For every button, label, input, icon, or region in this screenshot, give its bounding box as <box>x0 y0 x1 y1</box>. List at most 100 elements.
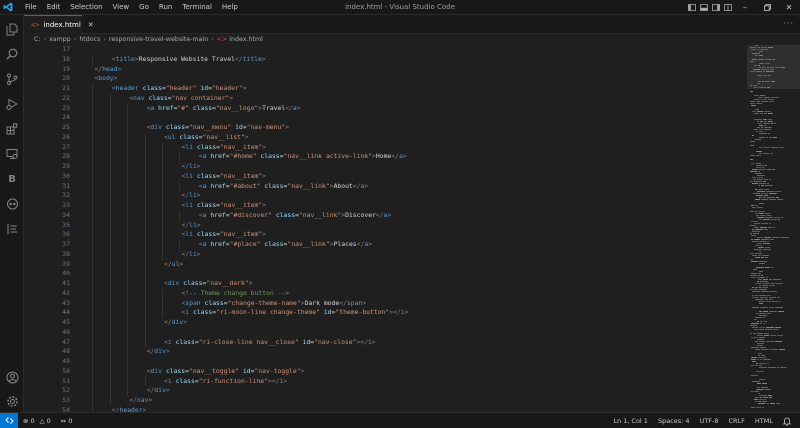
tab-index-html[interactable]: <> index.html ✕ <box>24 15 94 34</box>
code-line[interactable]: <body> <box>94 74 117 84</box>
breadcrumb-item[interactable]: C: <box>34 36 41 43</box>
code-line[interactable]: <ul class="nav__list"> <box>164 133 249 143</box>
customize-layout-icon[interactable] <box>722 0 734 15</box>
accounts-icon[interactable] <box>0 365 24 389</box>
code-line[interactable]: </nav> <box>129 396 152 406</box>
code-line[interactable]: <a href="#about" class="nav__link">About… <box>199 182 368 192</box>
code-token: class <box>142 84 162 92</box>
code-token: id <box>235 123 243 131</box>
toggle-secondary-sidebar-icon[interactable] <box>710 0 722 15</box>
code-token: div <box>167 279 180 287</box>
close-tab-icon[interactable]: ✕ <box>88 21 94 29</box>
code-area[interactable]: <title>Responsive Website Travel</title>… <box>77 45 737 412</box>
code-line[interactable]: </div> <box>147 386 170 396</box>
more-actions-icon[interactable]: ··· <box>783 19 794 28</box>
code-line[interactable]: <a href="#discover" class="nav__link">Di… <box>199 211 392 221</box>
code-line[interactable]: </li> <box>181 250 200 260</box>
code-line[interactable]: <a href="#place" class="nav__link">Place… <box>199 240 372 250</box>
code-line[interactable]: <nav class="nav container"> <box>129 94 233 104</box>
code-editor[interactable]: 17 18 19 20 21 22 23 24 25 26 27 28 29 30 31 32 33 34 35 36… <box>24 45 747 412</box>
toggle-primary-sidebar-icon[interactable] <box>686 0 698 15</box>
menu-terminal[interactable]: Terminal <box>177 0 217 15</box>
minimap-viewport-slider[interactable] <box>747 45 800 89</box>
code-line[interactable]: <div class="nav__menu" id="nav-menu"> <box>147 123 289 133</box>
code-line[interactable]: <a href="#home" class="nav__link active-… <box>199 152 407 162</box>
minimap[interactable] <box>747 45 800 412</box>
minimap-line <box>755 283 762 284</box>
code-line[interactable]: </div> <box>147 347 170 357</box>
minimap-line <box>756 267 764 268</box>
remote-indicator-icon[interactable] <box>0 412 18 428</box>
bootstrap-extension-icon[interactable]: B <box>0 167 24 191</box>
code-token: > <box>262 201 267 209</box>
encoding[interactable]: UTF-8 <box>695 417 724 425</box>
close-window-icon[interactable]: ✕ <box>778 0 800 15</box>
minimap-line <box>750 225 756 226</box>
minimap-line <box>761 185 764 186</box>
code-line[interactable]: <li class="nav__item"> <box>181 201 266 211</box>
code-line[interactable]: </div> <box>164 318 187 328</box>
toggle-panel-icon[interactable] <box>698 0 710 15</box>
indent-guide <box>162 288 163 318</box>
menu-help[interactable]: Help <box>217 0 243 15</box>
timeline-icon[interactable] <box>0 217 24 241</box>
code-line[interactable]: </ul> <box>164 260 183 270</box>
search-icon[interactable] <box>0 42 24 66</box>
code-line[interactable]: <title>Responsive Website Travel</title> <box>112 55 266 65</box>
cursor-position[interactable]: Ln 1, Col 1 <box>608 417 653 425</box>
code-token: li <box>185 230 193 239</box>
code-line[interactable]: <div class="nav__toggle" id="nav-toggle"… <box>147 367 305 377</box>
minimap-line <box>757 175 765 176</box>
code-line[interactable]: <li class="nav__item"> <box>181 172 266 182</box>
code-line[interactable]: <li class="nav__item"> <box>181 230 266 240</box>
end-of-line[interactable]: CRLF <box>723 417 749 425</box>
code-line[interactable]: <i class="ri-function-line"></i> <box>164 377 287 387</box>
minimap-line <box>751 221 758 222</box>
code-line[interactable]: </li> <box>181 162 200 172</box>
code-line[interactable]: <li class="nav__item"> <box>181 143 266 153</box>
restore-icon[interactable] <box>756 0 778 15</box>
breadcrumb-item[interactable]: index.html <box>229 36 263 43</box>
breadcrumb-item[interactable]: responsive-travel-website-main <box>109 36 208 43</box>
language-mode[interactable]: HTML <box>750 417 778 425</box>
code-token: class <box>179 132 199 141</box>
indentation[interactable]: Spaces: 4 <box>653 417 695 425</box>
code-line[interactable]: <a href="#" class="nav__logo">Travel</a> <box>147 104 301 114</box>
minimap-line <box>759 125 763 126</box>
run-and-debug-icon[interactable] <box>0 92 24 116</box>
menu-file[interactable]: File <box>20 0 42 15</box>
code-line[interactable]: <i class="ri-moon-line change-theme" id=… <box>181 308 408 318</box>
explorer-icon[interactable] <box>0 17 24 41</box>
code-line[interactable]: <header class="header" id="header"> <box>112 84 247 94</box>
line-number: 20 <box>62 74 70 83</box>
minimap-line <box>759 295 766 296</box>
minimize-icon[interactable]: – <box>734 0 756 15</box>
bell-icon[interactable] <box>778 417 796 426</box>
code-line[interactable]: </li> <box>181 221 200 231</box>
breadcrumb-item[interactable]: htdocs <box>79 36 100 43</box>
code-line[interactable]: <span class="change-theme-name">Dark mod… <box>181 299 366 309</box>
minimap-line <box>757 127 760 128</box>
breadcrumb-item[interactable]: xampp <box>49 36 71 43</box>
code-line[interactable]: <i class="ri-close-line nav__close" id="… <box>164 338 376 348</box>
code-token: class <box>260 152 280 161</box>
menu-edit[interactable]: Edit <box>42 0 66 15</box>
ports-indicator[interactable]: ↭ 0 <box>56 417 78 425</box>
remote-explorer-icon[interactable] <box>0 142 24 166</box>
github-copilot-icon[interactable] <box>0 192 24 216</box>
minimap-line <box>757 339 764 340</box>
minimap-line <box>758 97 763 98</box>
problems-indicator[interactable]: ⊗ 0 △ 0 <box>18 417 56 425</box>
extensions-icon[interactable] <box>0 117 24 141</box>
minimap-line <box>768 99 774 100</box>
menu-go[interactable]: Go <box>134 0 154 15</box>
code-line[interactable]: <!-- Theme change button --> <box>181 289 289 299</box>
menu-selection[interactable]: Selection <box>65 0 107 15</box>
menu-view[interactable]: View <box>108 0 135 15</box>
code-line[interactable]: </head> <box>94 65 121 75</box>
source-control-icon[interactable] <box>0 67 24 91</box>
code-line[interactable]: <div class="nav__dark"> <box>164 279 253 289</box>
manage-gear-icon[interactable] <box>0 389 24 413</box>
menu-run[interactable]: Run <box>154 0 177 15</box>
code-line[interactable]: </li> <box>181 191 200 201</box>
